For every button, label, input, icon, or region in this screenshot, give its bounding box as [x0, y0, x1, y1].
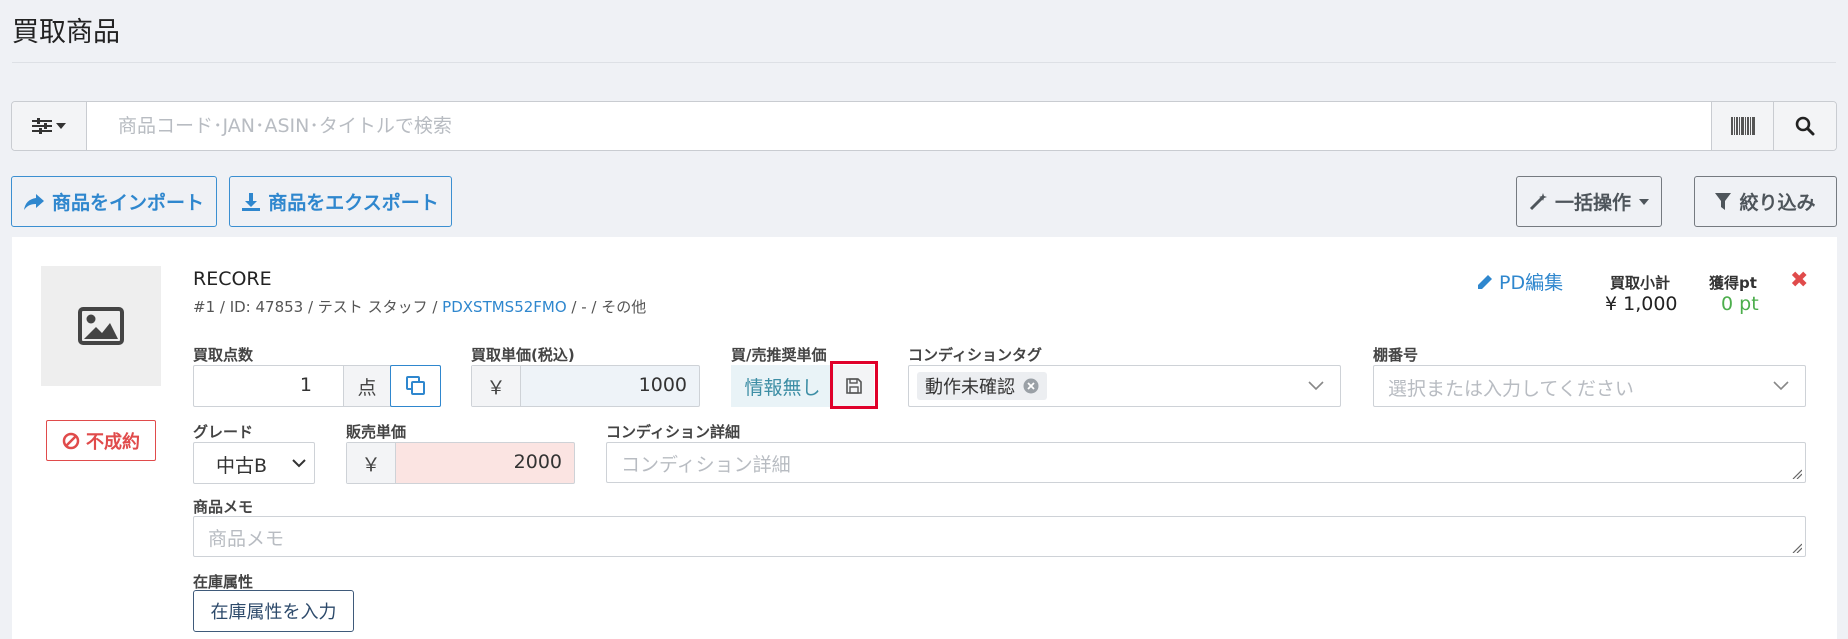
barcode-icon — [1730, 117, 1755, 135]
filter-icon — [1715, 192, 1732, 210]
buy-price-currency: ￥ — [472, 366, 521, 406]
remove-item-button[interactable]: ✖ — [1790, 268, 1808, 293]
export-button[interactable]: 商品をエクスポート — [229, 176, 452, 227]
bulk-actions-dropdown[interactable]: 一括操作 — [1516, 176, 1662, 227]
buy-price-group: ￥ 1000 — [471, 365, 700, 407]
pd-edit-link[interactable]: PD編集 — [1477, 268, 1563, 295]
points-value: 0 pt — [1721, 293, 1759, 315]
shelf-number-placeholder: 選択または入力してください — [1388, 378, 1634, 400]
resize-handle-icon[interactable] — [1792, 543, 1802, 553]
recommended-price-label: 買/売推奨単価 — [731, 346, 827, 364]
export-button-label: 商品をエクスポート — [268, 192, 439, 214]
sell-price-group: ￥ 2000 — [346, 442, 575, 484]
subtotal-label: 買取小計 — [1610, 274, 1671, 292]
share-icon — [23, 193, 44, 210]
import-button-label: 商品をインポート — [51, 192, 204, 214]
image-placeholder-icon — [78, 307, 124, 345]
highlight-box — [830, 361, 878, 409]
pd-edit-label: PD編集 — [1499, 272, 1564, 294]
search-button[interactable] — [1773, 102, 1836, 150]
search-options-dropdown[interactable] — [12, 102, 87, 150]
condition-tag-label: コンディションタグ — [908, 346, 1042, 364]
resize-handle-icon[interactable] — [1792, 469, 1802, 479]
subtotal-value: ¥ 1,000 — [1605, 293, 1678, 315]
caret-down-icon — [56, 123, 66, 129]
shelf-number-label: 棚番号 — [1373, 346, 1419, 364]
product-meta: #1 / ID: 47853 / テスト スタッフ / PDXSTMS52FMO… — [193, 296, 646, 317]
product-thumbnail — [41, 266, 161, 386]
sell-price-input[interactable]: 2000 — [514, 451, 562, 473]
duplicate-button[interactable] — [390, 365, 441, 407]
condition-tag-chip-label: 動作未確認 — [925, 377, 1015, 398]
buy-price-input[interactable]: 1000 — [639, 374, 687, 396]
grade-selected-value: 中古B — [216, 455, 268, 477]
points-label: 獲得pt — [1709, 274, 1757, 292]
ban-icon — [62, 432, 80, 449]
import-button[interactable]: 商品をインポート — [11, 176, 217, 227]
grade-label: グレード — [193, 423, 254, 441]
search-bar — [11, 101, 1837, 151]
memo-label: 商品メモ — [193, 498, 254, 516]
condition-detail-label: コンディション詳細 — [606, 423, 740, 441]
filter-button[interactable]: 絞り込み — [1694, 176, 1837, 227]
condition-tag-select[interactable]: 動作未確認 — [908, 365, 1341, 407]
title-divider — [12, 62, 1836, 63]
quantity-unit: 点 — [343, 366, 391, 406]
recommended-price-value: 情報無し — [731, 365, 834, 407]
download-icon — [242, 192, 261, 211]
close-icon: ✖ — [1790, 268, 1809, 293]
grade-select[interactable]: 中古B — [193, 442, 315, 484]
copy-icon — [405, 376, 425, 395]
sliders-icon — [32, 118, 52, 134]
bulk-actions-label: 一括操作 — [1554, 192, 1631, 214]
quantity-input[interactable]: 1 — [300, 374, 312, 396]
search-icon — [1795, 116, 1815, 136]
condition-detail-textarea[interactable]: コンディション詳細 — [606, 442, 1806, 483]
caret-down-icon — [1639, 198, 1649, 205]
barcode-scan-button[interactable] — [1711, 102, 1773, 150]
condition-detail-placeholder: コンディション詳細 — [621, 454, 791, 476]
chevron-down-icon — [1773, 381, 1789, 391]
memo-textarea[interactable]: 商品メモ — [193, 516, 1806, 557]
status-badge-noncontract[interactable]: 不成約 — [46, 420, 156, 461]
chevron-down-icon — [1308, 381, 1324, 391]
product-code-link[interactable]: PDXSTMS52FMO — [442, 298, 566, 316]
sell-price-label: 販売単価 — [346, 423, 407, 441]
stock-attribute-button[interactable]: 在庫属性を入力 — [193, 590, 354, 632]
memo-placeholder: 商品メモ — [208, 528, 285, 550]
buy-price-label: 買取単価(税込) — [471, 346, 575, 364]
shelf-number-select[interactable]: 選択または入力してください — [1373, 365, 1806, 407]
stock-attribute-label: 在庫属性 — [193, 573, 254, 591]
page-title: 買取商品 — [12, 17, 120, 48]
pencil-icon — [1478, 274, 1492, 289]
product-name: RECORE — [193, 268, 272, 290]
sell-price-currency: ￥ — [347, 443, 396, 483]
remove-tag-icon[interactable] — [1023, 378, 1039, 394]
product-meta-prefix: #1 / ID: 47853 / テスト スタッフ / — [193, 298, 443, 316]
product-meta-suffix: / - / その他 — [566, 298, 647, 316]
condition-tag-chip: 動作未確認 — [917, 372, 1047, 400]
quantity-label: 買取点数 — [193, 346, 254, 364]
chevron-down-icon — [292, 459, 306, 468]
magic-wand-icon — [1529, 192, 1547, 210]
filter-button-label: 絞り込み — [1739, 192, 1816, 214]
search-input[interactable] — [88, 102, 1710, 150]
status-badge-label: 不成約 — [86, 431, 140, 453]
